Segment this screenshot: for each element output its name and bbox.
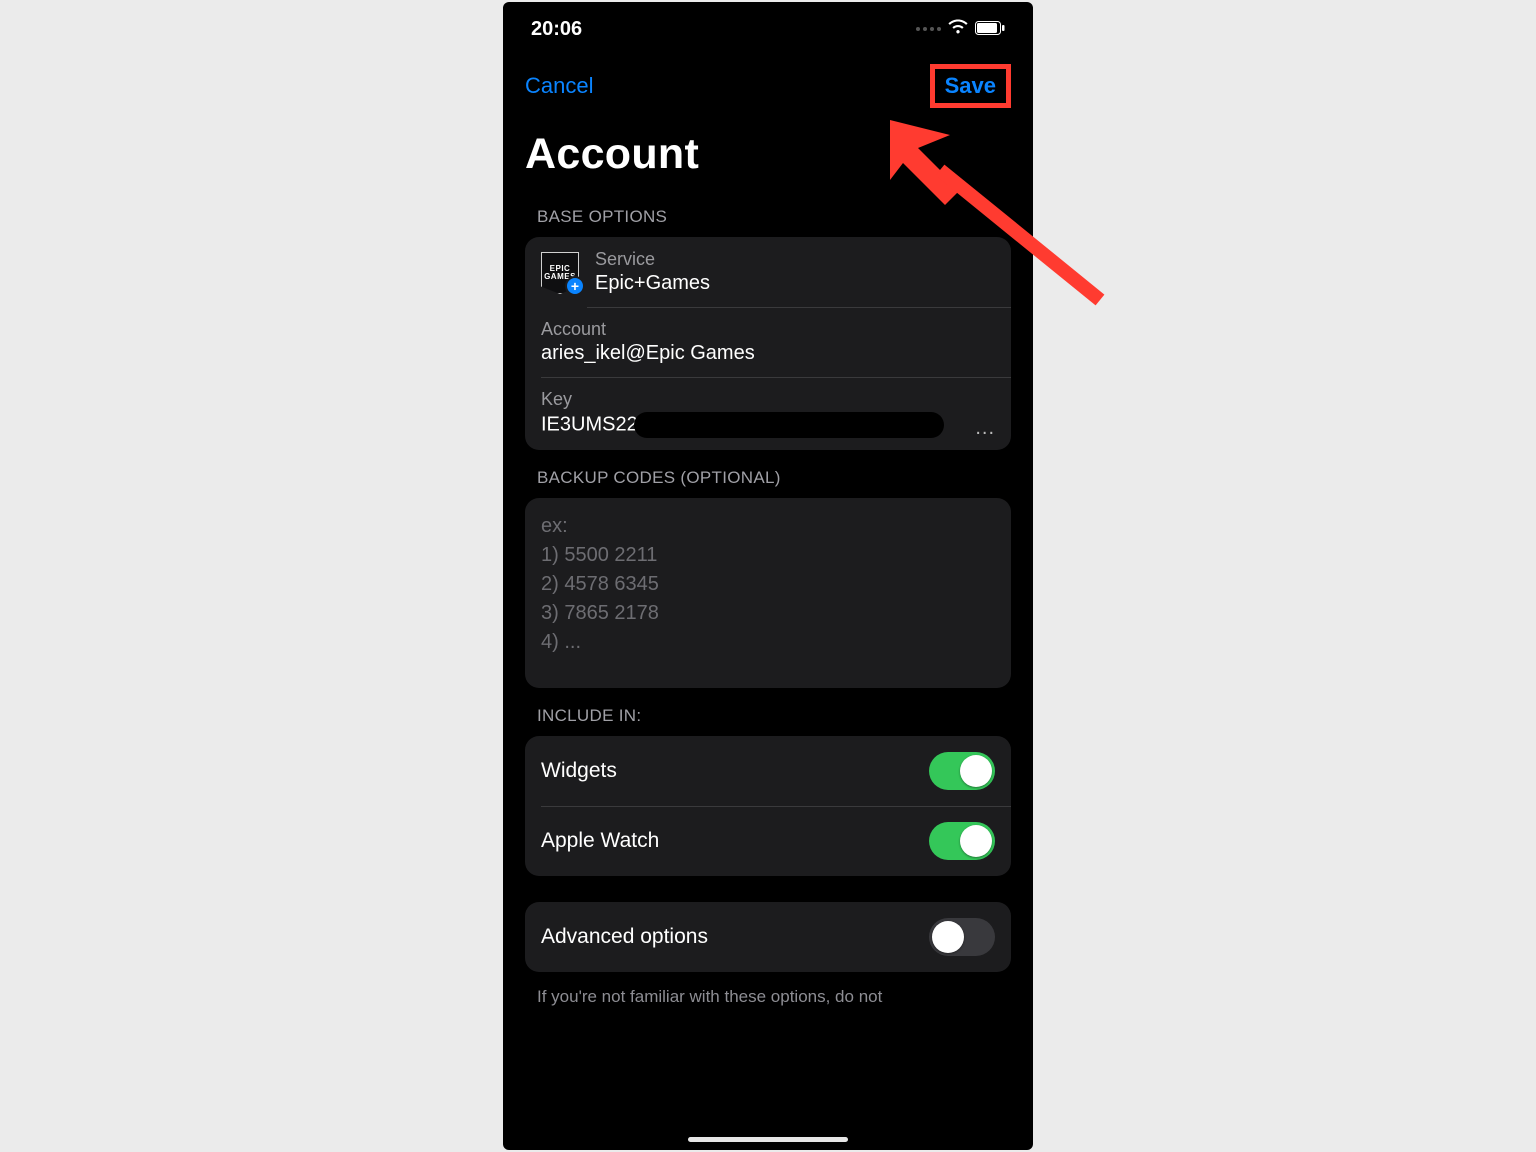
apple-watch-toggle[interactable]: [929, 822, 995, 860]
save-button-highlight: Save: [930, 64, 1011, 108]
cancel-button[interactable]: Cancel: [525, 73, 593, 99]
key-redaction: [634, 412, 944, 438]
section-include-in: INCLUDE IN:: [503, 688, 1033, 736]
phone-frame: 20:06 Cancel Save Account BASE OPTIONS E…: [503, 2, 1033, 1150]
cellular-icon: [916, 27, 941, 31]
apple-watch-label: Apple Watch: [541, 829, 659, 853]
advanced-label: Advanced options: [541, 925, 708, 949]
service-label: Service: [595, 249, 995, 270]
advanced-card: Advanced options: [525, 902, 1011, 972]
battery-icon: [975, 18, 1005, 41]
advanced-toggle[interactable]: [929, 918, 995, 956]
service-value: Epic+Games: [595, 272, 995, 295]
advanced-row: Advanced options: [525, 902, 1011, 972]
key-row[interactable]: Key IE3UMS22 ...: [525, 377, 1011, 450]
advanced-footer-note: If you're not familiar with these option…: [503, 972, 1033, 1009]
widgets-row: Widgets: [525, 736, 1011, 806]
account-row[interactable]: Account aries_ikel@Epic Games: [525, 307, 1011, 377]
key-value: IE3UMS22: [541, 412, 995, 438]
nav-bar: Cancel Save: [503, 50, 1033, 114]
key-label: Key: [541, 389, 995, 410]
status-right: [916, 18, 1005, 41]
wifi-icon: [947, 18, 969, 41]
service-row[interactable]: EPIC GAMES + Service Epic+Games: [525, 237, 1011, 307]
status-time: 20:06: [531, 18, 582, 41]
include-card: Widgets Apple Watch: [525, 736, 1011, 876]
section-backup-codes: BACKUP CODES (OPTIONAL): [503, 450, 1033, 498]
add-icon-badge[interactable]: +: [565, 276, 585, 296]
widgets-label: Widgets: [541, 759, 617, 783]
account-value: aries_ikel@Epic Games: [541, 342, 995, 365]
home-indicator[interactable]: [688, 1137, 848, 1142]
service-icon[interactable]: EPIC GAMES +: [541, 252, 581, 292]
widgets-toggle[interactable]: [929, 752, 995, 790]
base-options-card: EPIC GAMES + Service Epic+Games Account …: [525, 237, 1011, 450]
status-bar: 20:06: [503, 2, 1033, 50]
page-title: Account: [503, 114, 1033, 189]
apple-watch-row: Apple Watch: [525, 806, 1011, 876]
account-label: Account: [541, 319, 995, 340]
backup-codes-input[interactable]: ex: 1) 5500 2211 2) 4578 6345 3) 7865 21…: [525, 498, 1011, 688]
save-button[interactable]: Save: [945, 73, 996, 98]
section-base-options: BASE OPTIONS: [503, 189, 1033, 237]
key-ellipsis: ...: [975, 417, 995, 440]
